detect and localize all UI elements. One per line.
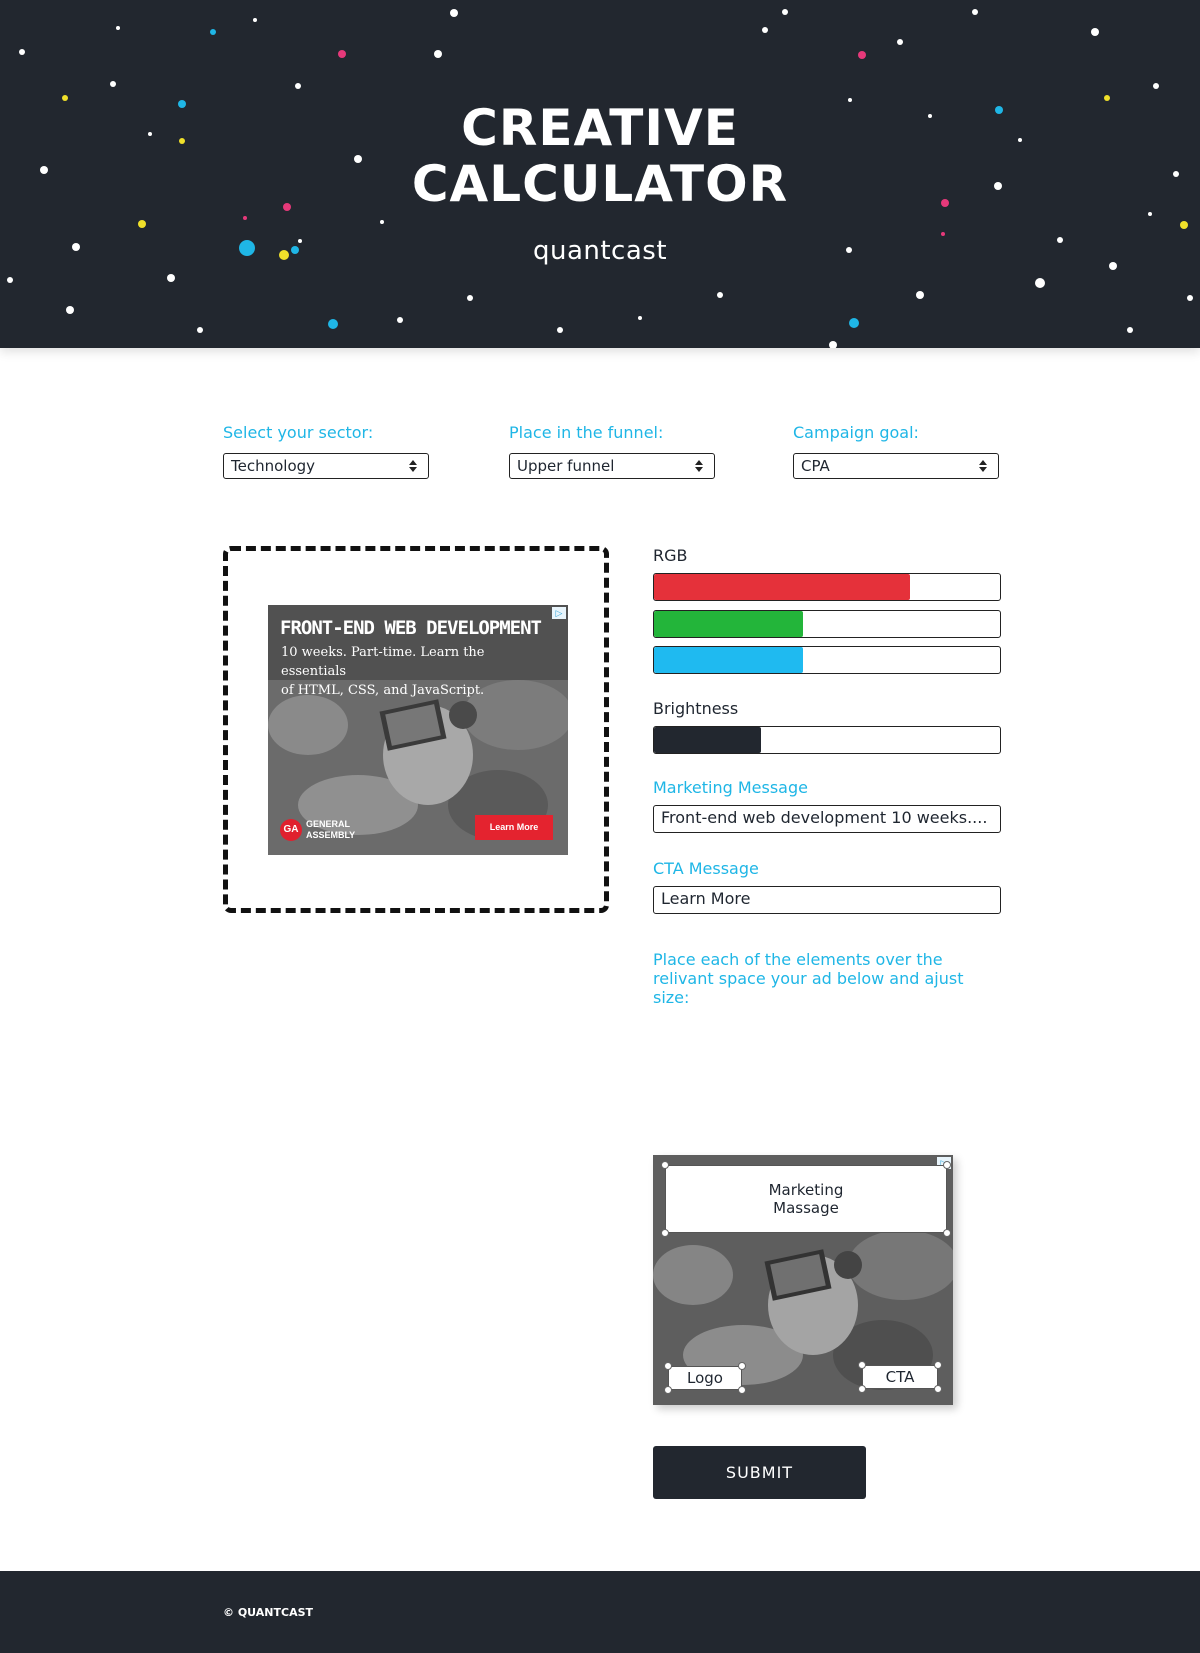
marketing-message-box-label: Marketing Massage <box>768 1181 844 1217</box>
select-arrows-icon <box>409 460 417 472</box>
ad-preview: FRONT-END WEB DEVELOPMENT 10 weeks. Part… <box>268 605 568 855</box>
green-slider[interactable] <box>653 610 1001 638</box>
resize-handle[interactable] <box>664 1362 672 1370</box>
cta-box-label: CTA <box>885 1368 915 1386</box>
brand-logo: quantcast <box>532 236 668 266</box>
select-arrows-icon <box>979 460 987 472</box>
ad-cta-button[interactable]: Learn More <box>475 815 553 840</box>
ad-body-line-2: of HTML, CSS, and JavaScript. <box>281 683 485 698</box>
ga-logo-line-1: GENERAL <box>306 819 351 829</box>
ga-logo-line-2: ASSEMBLY <box>306 830 356 840</box>
red-slider-fill <box>654 574 911 600</box>
blue-slider-fill <box>654 647 803 673</box>
layout-editor[interactable]: ▷ Marketing Massage Logo CTA <box>653 1155 953 1405</box>
brightness-label: Brightness <box>653 699 739 718</box>
submit-button[interactable]: SUBMIT <box>653 1446 866 1499</box>
resize-handle[interactable] <box>661 1161 669 1169</box>
cta-box[interactable]: CTA <box>862 1365 938 1389</box>
footer-copyright: © QUANTCAST <box>223 1606 314 1619</box>
ga-badge: GA <box>280 819 302 841</box>
sector-label: Select your sector: <box>223 423 374 442</box>
goal-label: Campaign goal: <box>793 423 919 442</box>
title-line-2: CALCULATOR <box>411 155 789 213</box>
marketing-message-box[interactable]: Marketing Massage <box>665 1165 947 1233</box>
footer: © QUANTCAST <box>0 1571 1200 1653</box>
funnel-select[interactable]: Upper funnel <box>509 453 715 479</box>
sector-select-value: Technology <box>231 457 316 475</box>
ad-headline: FRONT-END WEB DEVELOPMENT <box>280 617 542 639</box>
ad-logo: GA GENERAL ASSEMBLY <box>280 817 360 845</box>
funnel-select-value: Upper funnel <box>517 457 615 475</box>
adchoices-icon[interactable]: ▷ <box>552 607 566 619</box>
marketing-message-input[interactable]: Front-end web development 10 weeks.... <box>653 805 1001 833</box>
cta-message-label: CTA Message <box>653 859 759 878</box>
cta-message-input[interactable]: Learn More <box>653 886 1001 914</box>
goal-select[interactable]: CPA <box>793 453 999 479</box>
sector-select[interactable]: Technology <box>223 453 429 479</box>
select-arrows-icon <box>695 460 703 472</box>
resize-handle[interactable] <box>664 1386 672 1394</box>
logo-box[interactable]: Logo <box>668 1366 742 1390</box>
hero-header: CREATIVE CALCULATOR quantcast <box>0 0 1200 348</box>
logo-box-label: Logo <box>687 1369 723 1387</box>
resize-handle[interactable] <box>738 1362 746 1370</box>
green-slider-fill <box>654 611 803 637</box>
ga-logo-text: GENERAL ASSEMBLY <box>306 819 355 841</box>
marketing-message-label: Marketing Message <box>653 778 808 797</box>
red-slider[interactable] <box>653 573 1001 601</box>
rgb-label: RGB <box>653 546 688 565</box>
title-line-1: CREATIVE <box>461 99 739 157</box>
resize-handle[interactable] <box>661 1229 669 1237</box>
resize-handle[interactable] <box>943 1161 951 1169</box>
resize-handle[interactable] <box>738 1386 746 1394</box>
layout-instructions: Place each of the elements over the reli… <box>653 950 964 1007</box>
resize-handle[interactable] <box>858 1361 866 1369</box>
ad-body-text: 10 weeks. Part-time. Learn the essential… <box>281 643 551 700</box>
funnel-label: Place in the funnel: <box>509 423 664 442</box>
page-title: CREATIVE CALCULATOR <box>0 100 1200 212</box>
resize-handle[interactable] <box>934 1385 942 1393</box>
brightness-slider-fill <box>654 727 762 753</box>
ad-body-line-1: 10 weeks. Part-time. Learn the essential… <box>281 645 485 679</box>
blue-slider[interactable] <box>653 646 1001 674</box>
brightness-slider[interactable] <box>653 726 1001 754</box>
resize-handle[interactable] <box>934 1361 942 1369</box>
resize-handle[interactable] <box>858 1385 866 1393</box>
goal-select-value: CPA <box>801 457 830 475</box>
resize-handle[interactable] <box>943 1229 951 1237</box>
